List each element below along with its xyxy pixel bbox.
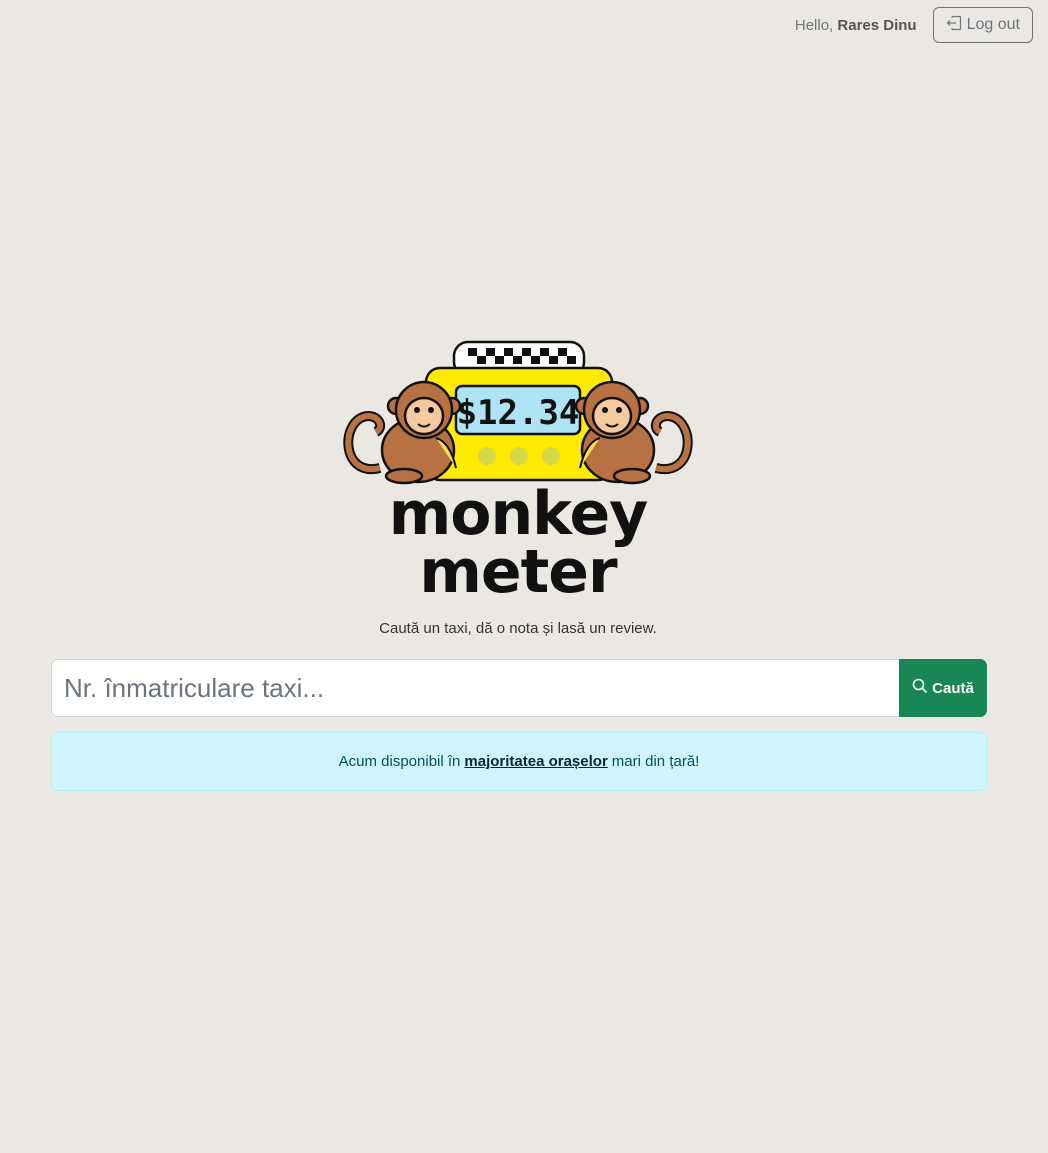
right-monkey-icon: [574, 380, 693, 485]
top-bar: Hello, Rares Dinu Log out: [795, 7, 1033, 43]
meter-display: $12.34: [457, 393, 580, 433]
monkey-meter-logo: $12.34 monkey meter: [343, 340, 693, 600]
search-form: Caută: [51, 659, 987, 717]
cities-link[interactable]: majoritatea orașelor: [464, 753, 607, 770]
alert-text-before: Acum disponibil în: [338, 753, 461, 770]
availability-alert: Acum disponibil în majoritatea orașelor …: [51, 732, 987, 791]
user-greeting: Hello, Rares Dinu: [795, 17, 917, 34]
left-monkey-icon: [343, 380, 462, 485]
logout-button[interactable]: Log out: [932, 7, 1033, 43]
search-icon: [912, 678, 928, 698]
search-button-label: Caută: [932, 679, 974, 697]
tagline: Caută un taxi, dă o nota și lasă un revi…: [379, 620, 657, 637]
user-name: Rares Dinu: [837, 16, 917, 34]
logout-label: Log out: [966, 16, 1020, 33]
greeting-prefix: Hello,: [794, 16, 834, 34]
search-button[interactable]: Caută: [899, 659, 987, 717]
wordmark-line2: meter: [419, 537, 618, 600]
plate-search-input[interactable]: [51, 659, 899, 717]
logout-icon: [946, 15, 962, 36]
alert-text-after: mari din țară!: [611, 753, 700, 770]
